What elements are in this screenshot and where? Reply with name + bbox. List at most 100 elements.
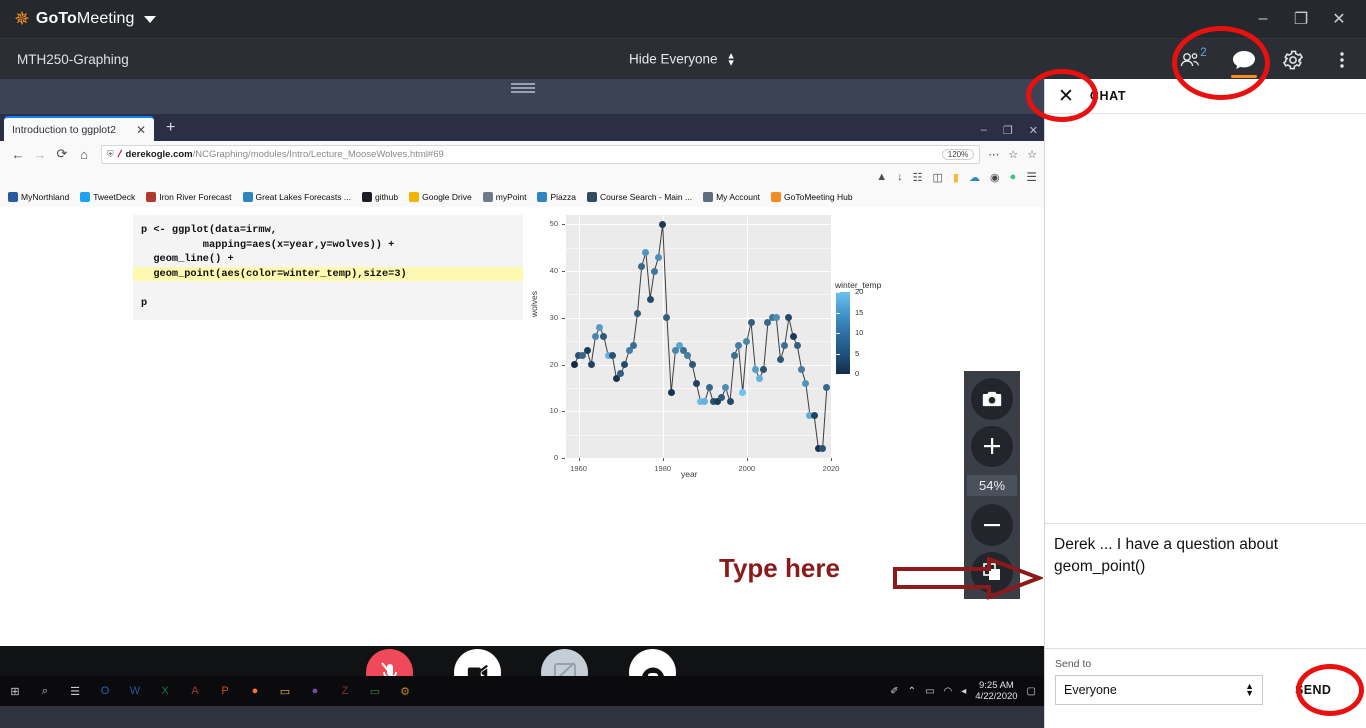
asterisk-icon: ✵ [14,8,30,30]
sidebar-icon[interactable]: ◫ [933,171,943,184]
word-icon[interactable]: W [120,676,150,706]
chevron-down-icon[interactable] [143,15,156,23]
hide-everyone-dropdown[interactable]: Hide Everyone ▲ ▼ [629,50,736,67]
restore-button[interactable]: ❐ [1282,0,1320,38]
notepad-icon[interactable]: ▭ [360,676,390,706]
browser-tab[interactable]: Introduction to ggplot2 ✕ [4,116,154,141]
more-options-button[interactable] [1317,39,1366,80]
bookmark-item[interactable]: Great Lakes Forecasts ... [242,192,351,202]
bookmark-label: MyNorthland [21,192,70,202]
drag-handle[interactable] [511,83,535,95]
zoom-in-button[interactable] [971,425,1013,467]
bookmarks-bar: MyNorthland TweetDeck Iron River Forecast G… [0,187,1044,207]
browser-maximize-button[interactable]: ❐ [1003,124,1013,137]
clock-time: 9:25 AM [978,680,1014,691]
data-point [789,333,797,340]
favicon-icon [586,192,597,202]
action-center-icon[interactable]: ▢ [1027,686,1036,697]
browser-minimize-button[interactable]: – [981,124,987,137]
share-icon[interactable]: ▲ [876,171,887,183]
bookmark-item[interactable]: MyNorthland [8,192,69,202]
taskview-icon[interactable]: ☰ [60,676,90,706]
bookmark-item[interactable]: myPoint [482,192,527,202]
download-icon[interactable]: ↓ [897,171,903,183]
bookmark-item[interactable]: TweetDeck [80,192,135,202]
bookmark-item[interactable]: Course Search - Main ... [586,192,692,202]
x-tick-label: 2000 [738,464,756,473]
bookmark-label: myPoint [495,192,527,202]
browser-navbar: ← → ⟳ ⌂ ⛨ / derekogle.com/NCGraphing/mod… [0,141,1044,167]
slide-canvas: p <- ggplot(data=irmw, mapping=aes(x=yea… [128,207,918,674]
chevron-up-icon[interactable]: ⌃ [908,686,916,697]
app-icon[interactable]: ⚙ [390,676,420,706]
browser-close-button[interactable]: ✕ [1029,124,1038,137]
bookmark-item[interactable]: Google Drive [409,192,472,202]
zotero-icon[interactable]: Z [330,676,360,706]
bookmark-item[interactable]: My Account [703,192,760,202]
data-point [646,295,654,303]
data-point [667,389,675,397]
extension-icon[interactable]: ● [1010,171,1017,183]
bookmark-item[interactable]: github [361,192,398,202]
library-icon[interactable]: ☷ [913,171,923,184]
favicon-icon [146,192,157,202]
clock[interactable]: 9:25 AM 4/22/2020 [975,680,1017,702]
window-controls: – ❐ ✕ [1244,0,1358,38]
send-to-select[interactable]: Everyone ▲ ▼ [1055,675,1263,705]
settings-button[interactable] [1268,39,1317,80]
zoom-icon[interactable]: ● [300,676,330,706]
plus-icon [984,438,1000,455]
bookmark-item[interactable]: Iron River Forecast [146,192,232,202]
close-button[interactable]: ✕ [1320,0,1358,38]
chat-compose-input[interactable]: Derek ... I have a question about geom_p… [1045,524,1366,649]
bookmark-item[interactable]: Piazza [537,192,576,202]
battery-icon[interactable]: ▭ [925,686,934,697]
new-tab-button[interactable]: + [166,119,175,137]
close-icon[interactable]: ✕ [136,123,146,137]
reload-icon[interactable]: ⟳ [51,146,73,162]
reader-mode-icon[interactable]: ☆ [1008,148,1018,161]
powerpoint-icon[interactable]: P [210,676,240,706]
hide-everyone-label: Hide Everyone [629,51,718,67]
stepper-icon: ▲ ▼ [726,50,736,67]
favicon-icon [703,192,714,202]
page-actions-icon[interactable]: ⋯ [988,148,999,161]
annotation-arrow-icon [893,556,1043,600]
x-tick [662,458,664,461]
screen-root: ✵ GoToMeeting – ❐ ✕ MTH250-Graphing Hide… [0,0,1366,728]
menu-icon[interactable]: ☰ [1026,170,1037,184]
forward-icon[interactable]: → [29,147,51,162]
outlook-icon[interactable]: O [90,676,120,706]
favicon-icon [482,192,493,202]
more-vertical-icon [1339,51,1344,68]
bookmark-star-icon[interactable]: ☆ [1027,148,1037,161]
gridline [566,458,831,459]
zoom-level-badge[interactable]: 120% [941,148,975,160]
home-icon[interactable]: ⌂ [73,147,95,162]
excel-icon[interactable]: X [150,676,180,706]
volume-icon[interactable]: ◂ [961,686,966,697]
sync-icon[interactable]: ☁ [969,171,980,184]
account-icon[interactable]: ◉ [990,171,1000,184]
clock-date: 4/22/2020 [975,691,1018,702]
folder-icon[interactable]: ▮ [953,171,959,184]
wifi-icon[interactable]: ◠ [944,686,953,697]
legend-tick-label: 5 [855,348,860,358]
back-icon[interactable]: ← [7,147,29,162]
no-https-icon: / [115,148,123,160]
url-bar[interactable]: ⛨ / derekogle.com/NCGraphing/modules/Int… [101,144,981,164]
search-icon[interactable]: ⌕ [30,676,60,706]
annotation-circle-chat-icon [1172,26,1270,100]
gotomeeting-logo[interactable]: ✵ GoToMeeting [14,10,156,29]
access-icon[interactable]: A [180,676,210,706]
screenshot-button[interactable] [971,378,1013,420]
zoom-out-button[interactable] [971,504,1013,546]
explorer-icon[interactable]: ▭ [270,676,300,706]
firefox-icon[interactable]: ● [240,676,270,706]
pen-icon[interactable]: ✐ [890,686,898,697]
bookmark-item[interactable]: GoToMeeting Hub [771,192,853,202]
start-icon[interactable]: ⊞ [0,676,30,706]
browser-tabstrip: Introduction to ggplot2 ✕ + – ❐ ✕ [0,114,1044,141]
favicon-icon [242,192,253,202]
data-point [798,365,806,373]
